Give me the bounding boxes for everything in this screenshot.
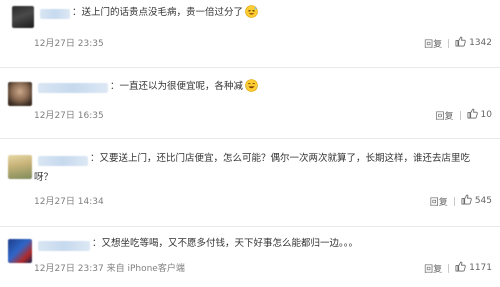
grinning-sweat-emoji-icon bbox=[245, 5, 258, 18]
comment-text: ：又想坐吃等喝，又不愿多付钱，天下好事怎么能都归一边。。。 bbox=[92, 236, 358, 252]
like-button[interactable]: 1342 bbox=[455, 36, 492, 50]
like-button[interactable]: 10 bbox=[467, 108, 492, 122]
avatar[interactable] bbox=[8, 155, 32, 179]
like-button[interactable]: 545 bbox=[461, 194, 492, 208]
comment-item: ：送上门的话贵点没毛病，贵一倍过分了 12月27日 23:35 回复 1342 bbox=[0, 0, 500, 55]
reply-button[interactable]: 回复 bbox=[436, 109, 454, 122]
comment-body: ：一直还以为很便宜呢，各种减 bbox=[110, 81, 244, 92]
avatar[interactable] bbox=[12, 6, 34, 28]
comment-text: ：又要送上门，还比门店便宜，怎么可能？偶尔一次两次就算了，长期这样，谁还去店里吃 bbox=[90, 151, 470, 167]
thumbs-up-icon bbox=[455, 36, 466, 50]
comment-item: ：又要送上门，还比门店便宜，怎么可能？偶尔一次两次就算了，长期这样，谁还去店里吃… bbox=[0, 139, 500, 217]
comment-source[interactable]: 来自 iPhone客户端 bbox=[107, 264, 185, 274]
username[interactable] bbox=[38, 241, 90, 251]
comment-text: ：一直还以为很便宜呢，各种减 bbox=[110, 79, 258, 95]
like-count: 1342 bbox=[469, 38, 492, 48]
like-count: 10 bbox=[480, 110, 492, 120]
reply-button[interactable]: 回复 bbox=[424, 262, 442, 275]
avatar[interactable] bbox=[8, 82, 32, 106]
comment-date: 12月27日 23:37 来自 iPhone客户端 bbox=[34, 261, 185, 274]
like-count: 545 bbox=[474, 196, 492, 206]
comment-date: 12月27日 14:34 bbox=[34, 197, 104, 207]
divider bbox=[448, 38, 450, 48]
comment-body-line2: 呀？ bbox=[34, 172, 54, 183]
comment-body: ：送上门的话贵点没毛病，贵一倍过分了 bbox=[72, 7, 244, 18]
comment-date-text: 12月27日 23:37 bbox=[34, 264, 104, 274]
comment-text: ：送上门的话贵点没毛病，贵一倍过分了 bbox=[72, 5, 258, 21]
thumbs-up-icon bbox=[455, 261, 466, 275]
like-button[interactable]: 1171 bbox=[455, 261, 492, 275]
like-count: 1171 bbox=[469, 263, 492, 273]
comment-date: 12月27日 23:35 bbox=[34, 39, 104, 49]
divider bbox=[459, 110, 461, 120]
reply-button[interactable]: 回复 bbox=[424, 37, 442, 50]
thumbs-up-icon bbox=[461, 194, 472, 208]
username[interactable] bbox=[40, 9, 70, 19]
comment-actions: 回复 1342 bbox=[424, 36, 492, 50]
thumbs-up-icon bbox=[467, 108, 478, 122]
username[interactable] bbox=[38, 83, 108, 93]
comment-feed: ：送上门的话贵点没毛病，贵一倍过分了 12月27日 23:35 回复 1342 … bbox=[0, 0, 500, 287]
divider bbox=[453, 196, 455, 206]
comment-body: ：又要送上门，还比门店便宜，怎么可能？偶尔一次两次就算了，长期这样，谁还去店里吃 bbox=[90, 153, 471, 164]
comment-item: ：又想坐吃等喝，又不愿多付钱，天下好事怎么能都归一边。。。 12月27日 23:… bbox=[0, 227, 500, 287]
username[interactable] bbox=[38, 156, 88, 166]
laughing-tears-emoji-icon bbox=[245, 79, 258, 92]
comment-item: ：一直还以为很便宜呢，各种减 12月27日 16:35 回复 10 bbox=[0, 68, 500, 128]
comment-body: ：又想坐吃等喝，又不愿多付钱，天下好事怎么能都归一边。。。 bbox=[92, 238, 359, 249]
divider bbox=[448, 263, 450, 273]
comment-actions: 回复 545 bbox=[430, 194, 492, 208]
comment-actions: 回复 1171 bbox=[424, 261, 492, 275]
comment-actions: 回复 10 bbox=[436, 108, 492, 122]
reply-button[interactable]: 回复 bbox=[430, 195, 448, 208]
comment-date: 12月27日 16:35 bbox=[34, 111, 104, 121]
avatar[interactable] bbox=[8, 239, 32, 263]
comment-text-continued: 呀？ bbox=[34, 170, 53, 186]
